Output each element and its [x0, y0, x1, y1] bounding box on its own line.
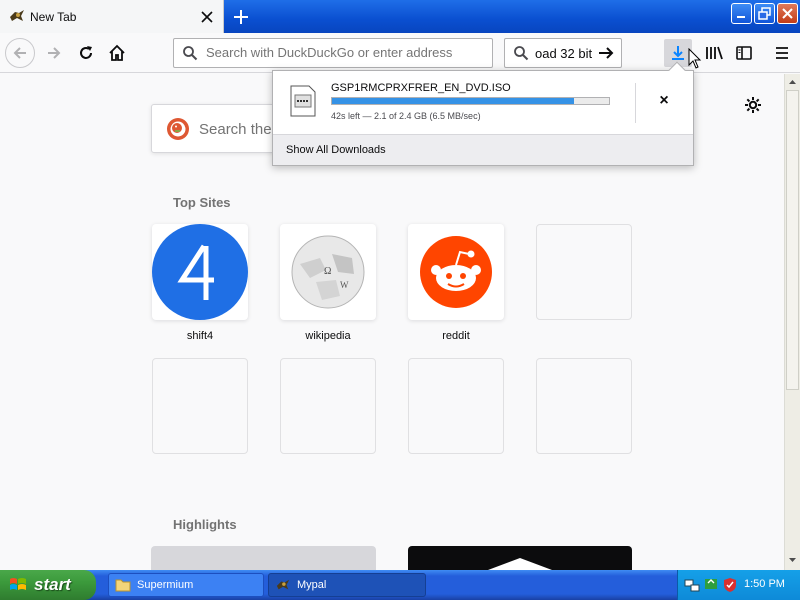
reddit-icon [420, 236, 492, 308]
wikipedia-icon: Ω W [291, 235, 365, 309]
download-filename: GSP1RMCPRXFRER_EN_DVD.ISO [331, 82, 511, 94]
taskbar-item-label: Supermium [137, 579, 194, 591]
home-button[interactable] [103, 39, 131, 67]
scroll-up-arrow-icon[interactable] [785, 74, 800, 90]
security-flag-icon[interactable] [703, 577, 719, 593]
top-site-empty-slot[interactable] [536, 358, 632, 454]
start-button[interactable]: start [0, 570, 96, 600]
top-site-empty-slot[interactable] [280, 358, 376, 454]
back-button[interactable] [5, 38, 35, 68]
page-search-placeholder: Search the [199, 121, 272, 138]
download-progress-bar [331, 97, 610, 105]
forward-button[interactable] [40, 39, 68, 67]
top-site-wikipedia[interactable]: Ω W [280, 224, 376, 320]
search-icon [514, 46, 529, 61]
search-icon [183, 46, 198, 61]
top-site-empty-slot[interactable] [152, 358, 248, 454]
gear-icon[interactable] [743, 95, 763, 115]
scrollbar-thumb[interactable] [786, 90, 799, 390]
search-go-icon[interactable] [597, 44, 615, 62]
search-bar[interactable]: oad 32 bit [504, 38, 622, 68]
close-window-button[interactable] [777, 3, 798, 24]
divider [635, 83, 636, 123]
sidebar-button[interactable] [730, 39, 758, 67]
scroll-down-arrow-icon[interactable] [785, 552, 800, 568]
top-site-label: shift4 [186, 330, 214, 342]
tab-new-tab[interactable]: New Tab [0, 0, 224, 33]
taskbar-item-supermium[interactable]: Supermium [108, 573, 264, 597]
top-site-reddit[interactable] [408, 224, 504, 320]
minimize-icon [737, 16, 745, 18]
svg-text:W: W [340, 280, 349, 290]
downloads-panel: GSP1RMCPRXFRER_EN_DVD.ISO 42s left — 2.1… [272, 61, 694, 166]
shift4-icon [152, 224, 248, 320]
url-input[interactable] [206, 45, 486, 60]
top-site-label: wikipedia [305, 330, 351, 342]
url-bar[interactable] [173, 38, 493, 68]
system-tray: 1:50 PM [677, 570, 800, 600]
disc-image-file-icon [290, 85, 316, 117]
close-icon [782, 8, 793, 19]
taskbar: start Supermium Mypal 1:50 PM [0, 570, 800, 600]
top-site-label: reddit [442, 330, 470, 342]
taskbar-item-mypal[interactable]: Mypal [268, 573, 426, 597]
show-all-downloads-label: Show All Downloads [286, 144, 386, 156]
taskbar-item-label: Mypal [297, 579, 327, 591]
download-icon [672, 46, 684, 60]
restore-icon [758, 7, 771, 20]
svg-text:Ω: Ω [324, 266, 331, 277]
new-tab-button[interactable] [229, 5, 253, 29]
system-clock: 1:50 PM [744, 578, 785, 590]
mouse-cursor-icon [688, 48, 702, 69]
restore-button[interactable] [754, 3, 775, 24]
show-all-downloads-button[interactable]: Show All Downloads [273, 134, 693, 165]
close-icon: × [659, 92, 669, 109]
top-site-empty-slot[interactable] [408, 358, 504, 454]
start-label: start [34, 575, 71, 594]
title-bar: New Tab [0, 0, 800, 33]
search-input[interactable]: oad 32 bit [535, 46, 592, 61]
cancel-download-button[interactable]: × [654, 91, 674, 111]
tab-title: New Tab [30, 10, 77, 24]
minimize-button[interactable] [731, 3, 752, 24]
highlights-heading: Highlights [173, 517, 237, 532]
network-icon[interactable] [684, 577, 700, 593]
top-site-shift4[interactable] [152, 224, 248, 320]
page-scrollbar[interactable] [784, 74, 800, 570]
reload-button[interactable] [72, 39, 100, 67]
hamburger-menu-icon [776, 47, 788, 59]
home-icon [109, 44, 125, 61]
windows-logo-icon [10, 578, 26, 590]
forward-arrow-icon [48, 47, 61, 59]
download-status: 42s left — 2.1 of 2.4 GB (6.5 MB/sec) [331, 111, 481, 121]
download-progress-fill [332, 98, 574, 104]
page-search-box[interactable]: Search the [151, 104, 281, 153]
folder-icon [115, 579, 131, 592]
reload-icon [80, 46, 92, 59]
library-button[interactable] [700, 39, 728, 67]
library-icon [706, 46, 723, 60]
menu-button[interactable] [768, 39, 796, 67]
top-sites-heading: Top Sites [173, 195, 231, 210]
mypal-icon [10, 10, 24, 21]
top-site-empty-slot[interactable] [536, 224, 632, 320]
sidebar-icon [736, 46, 752, 60]
duckduckgo-icon [167, 118, 189, 140]
mypal-icon [276, 579, 290, 590]
back-arrow-icon [13, 47, 26, 59]
shield-icon[interactable] [722, 577, 738, 593]
close-tab-icon[interactable] [197, 7, 217, 27]
